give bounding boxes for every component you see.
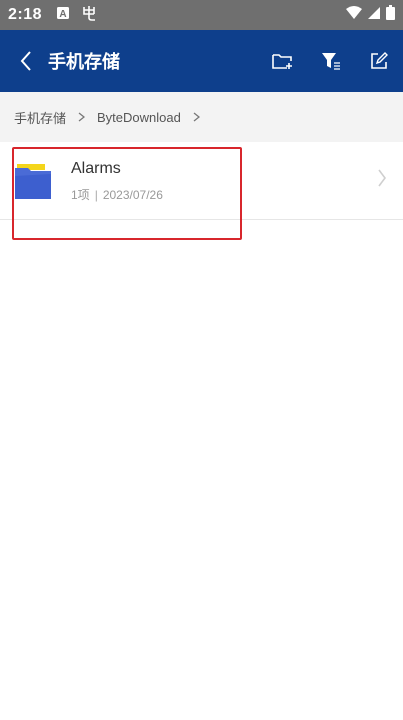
filter-button[interactable] — [307, 30, 355, 92]
chevron-right-icon — [78, 112, 86, 122]
signal-icon — [368, 6, 380, 24]
app-bar-actions — [259, 30, 403, 92]
file-meta: 1项 | 2023/07/26 — [71, 186, 163, 203]
wifi-icon — [346, 5, 362, 25]
breadcrumb-item-root[interactable]: 手机存储 — [14, 108, 66, 127]
filter-icon — [322, 53, 340, 70]
file-date: 2023/07/26 — [102, 187, 163, 202]
folder-icon — [14, 162, 54, 202]
chevron-left-icon — [20, 51, 31, 71]
bug-icon — [80, 4, 98, 27]
page-title: 手机存储 — [48, 52, 120, 72]
battery-icon — [386, 5, 395, 25]
file-count: 1项 — [71, 188, 90, 202]
status-time: 2:18 — [8, 6, 43, 23]
status-right-icons — [346, 5, 395, 25]
new-folder-icon — [272, 54, 292, 69]
chevron-right-icon — [377, 168, 387, 193]
status-bar: 2:18 A — [0, 0, 403, 30]
svg-text:A: A — [59, 9, 66, 20]
meta-divider: | — [94, 187, 98, 202]
file-name: Alarms — [71, 160, 121, 177]
breadcrumb: 手机存储 ByteDownload — [0, 92, 403, 142]
breadcrumb-item-current[interactable]: ByteDownload — [97, 110, 181, 125]
new-folder-button[interactable] — [259, 30, 307, 92]
edit-button[interactable] — [355, 30, 403, 92]
back-button[interactable] — [4, 30, 48, 92]
list-item[interactable] — [0, 142, 403, 220]
chevron-right-icon — [193, 112, 200, 122]
edit-icon — [371, 52, 388, 69]
app-bar: 手机存储 — [0, 30, 403, 92]
status-left-icons: A — [56, 4, 98, 27]
a-badge-icon: A — [56, 6, 70, 25]
